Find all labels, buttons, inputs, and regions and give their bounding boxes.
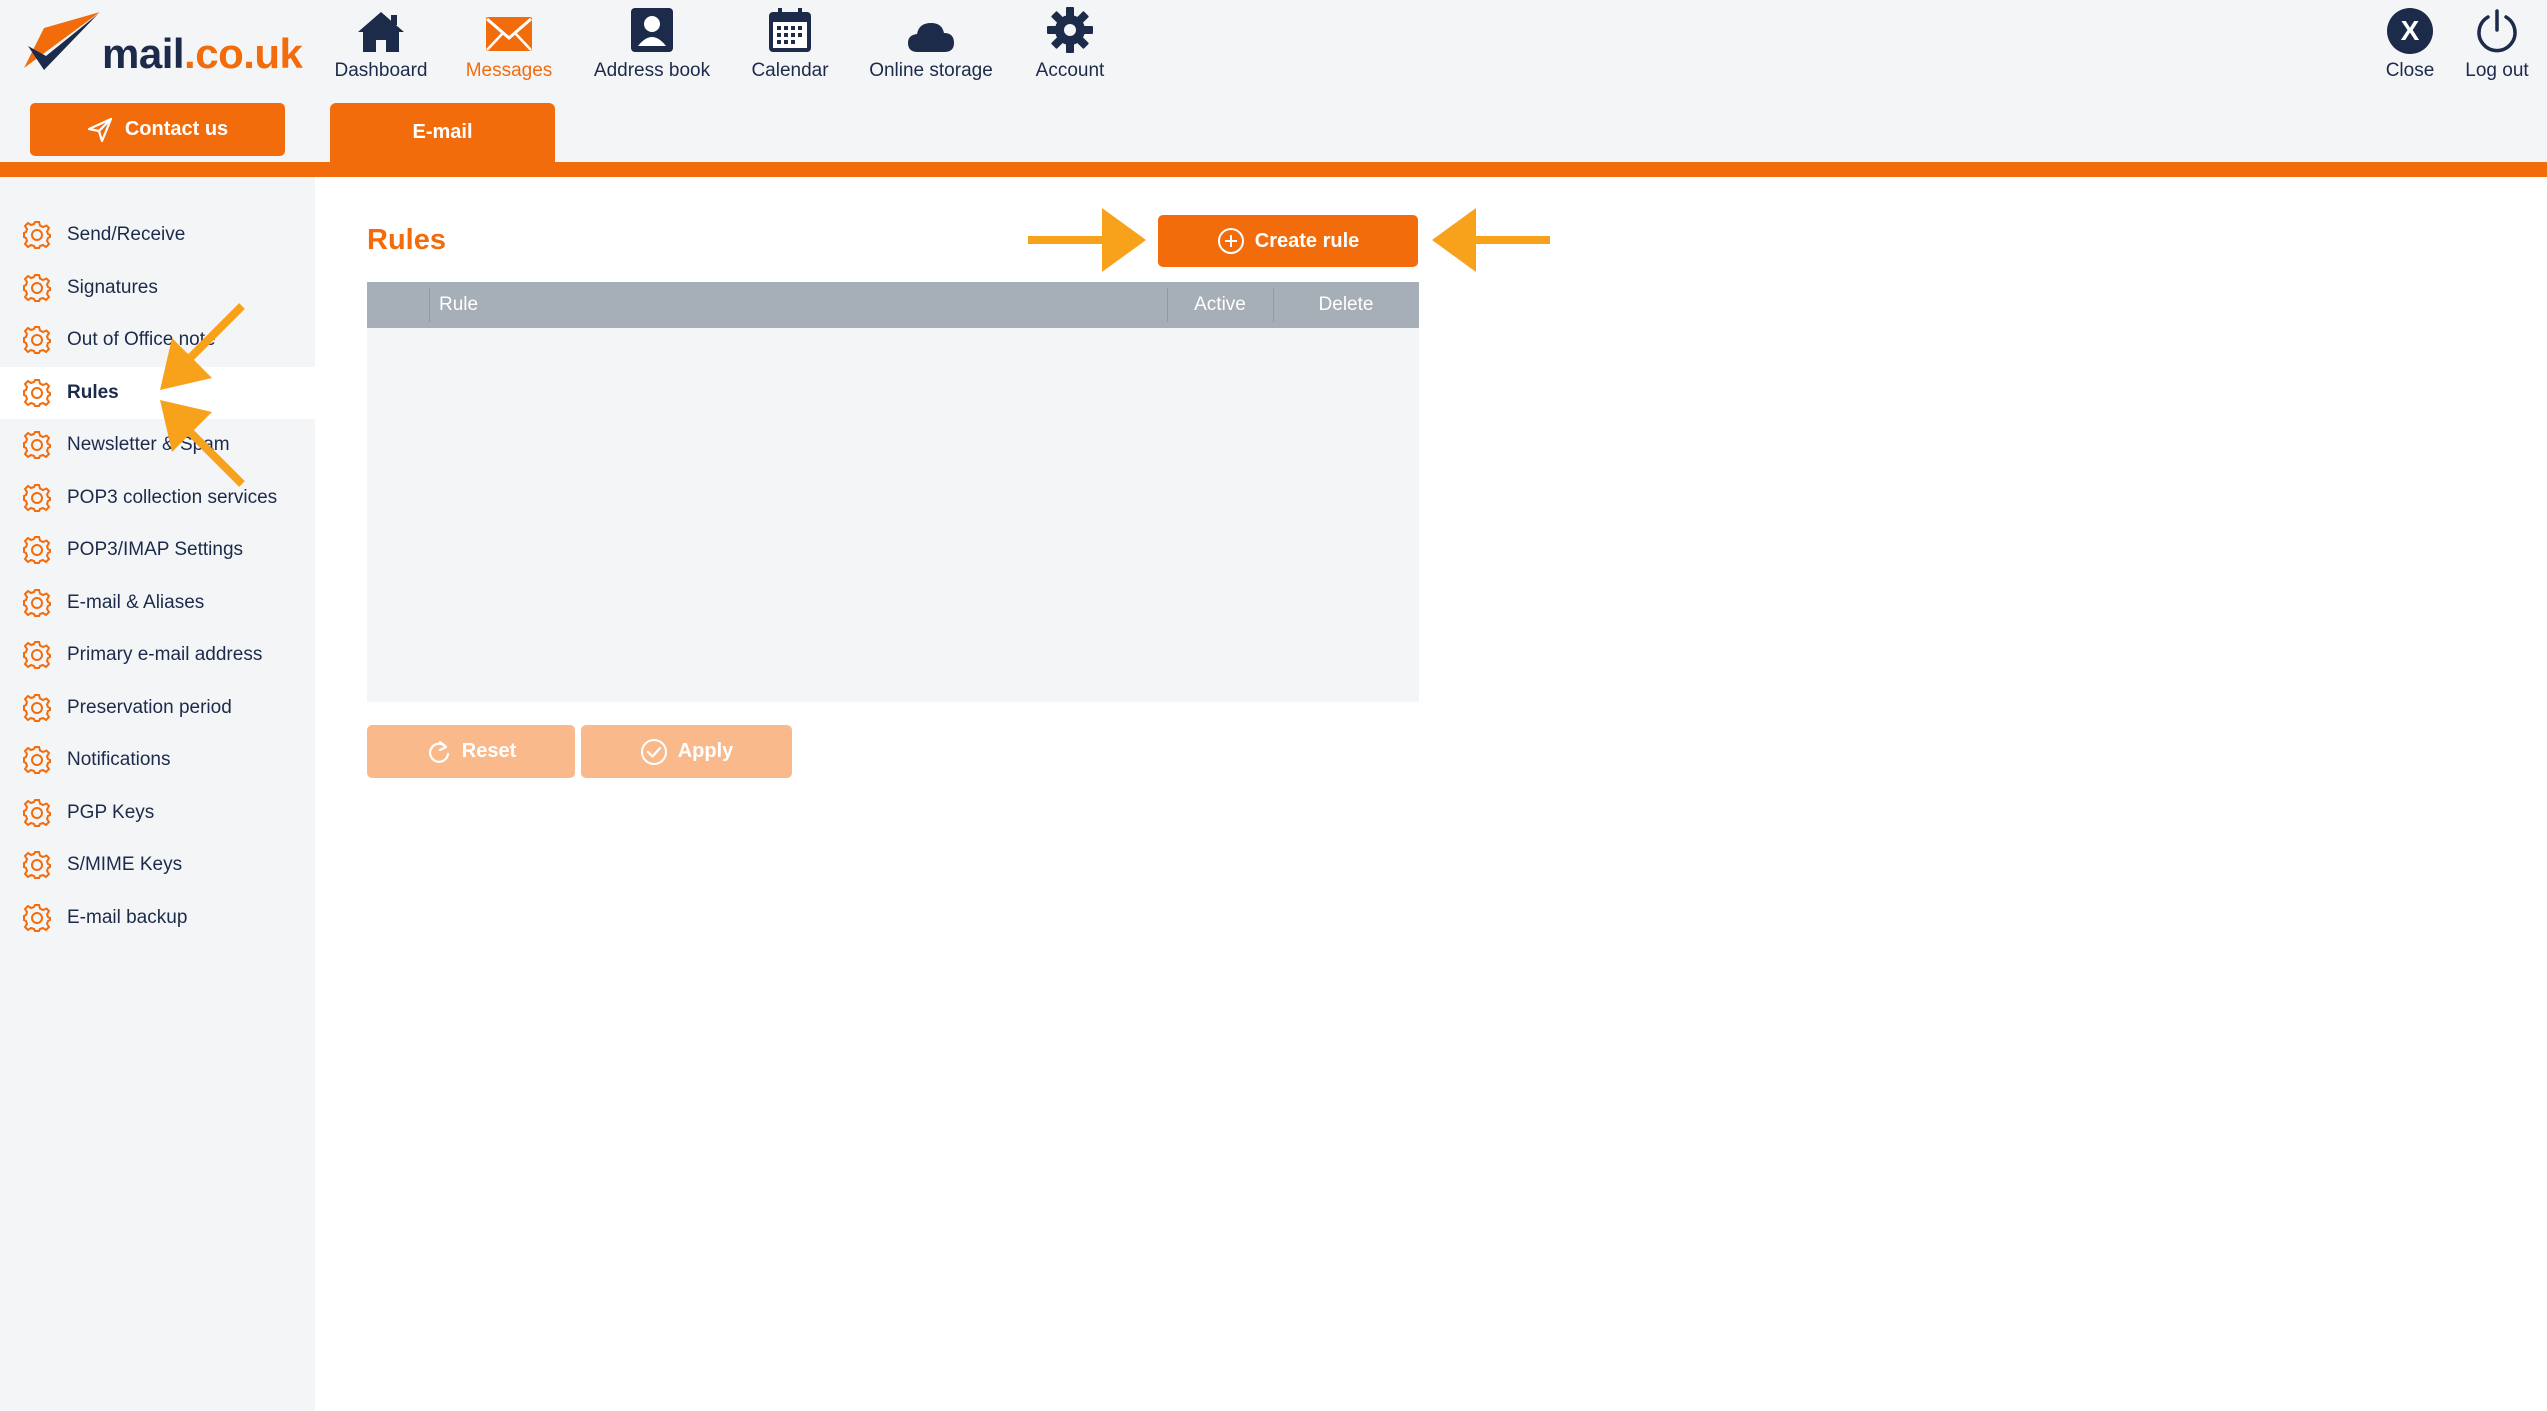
- sidebar-item-send-receive[interactable]: Send/Receive: [0, 209, 315, 261]
- apply-label: Apply: [677, 740, 734, 762]
- column-header-delete[interactable]: Delete: [1273, 282, 1419, 328]
- settings-gear-icon: [22, 325, 52, 355]
- check-circle-icon: [640, 738, 667, 765]
- settings-gear-icon: [22, 535, 52, 565]
- calendar-icon: [769, 8, 811, 52]
- header-divider: [0, 162, 2547, 177]
- nav-messages[interactable]: Messages: [458, 0, 560, 95]
- logout-button[interactable]: Log out: [2457, 0, 2537, 95]
- sidebar-item-notifications[interactable]: Notifications: [0, 734, 315, 786]
- sidebar-item-pop3-imap-settings[interactable]: POP3/IMAP Settings: [0, 524, 315, 576]
- sidebar-item-label: E-mail & Aliases: [67, 591, 205, 613]
- nav-online-storage[interactable]: Online storage: [858, 0, 1004, 95]
- close-button[interactable]: X Close: [2375, 0, 2445, 95]
- gear-icon: [1047, 7, 1093, 53]
- settings-gear-icon: [22, 273, 52, 303]
- home-icon: [358, 12, 404, 52]
- nav-dashboard[interactable]: Dashboard: [325, 0, 437, 95]
- plus-circle-icon: [1217, 228, 1244, 254]
- close-icon: X: [2387, 8, 2433, 54]
- sidebar-item-e-mail-backup[interactable]: E-mail backup: [0, 892, 315, 944]
- nav-account[interactable]: Account: [1028, 0, 1112, 95]
- sidebar-item-label: Primary e-mail address: [67, 644, 263, 665]
- nav-calendar[interactable]: Calendar: [745, 0, 835, 95]
- annotation-arrow-right-icon: [1028, 208, 1146, 272]
- rules-table: Rule Active Delete: [367, 282, 1419, 702]
- tab-email[interactable]: E-mail: [330, 103, 555, 162]
- sidebar-item-preservation-period[interactable]: Preservation period: [0, 682, 315, 734]
- close-label: Close: [2385, 60, 2435, 81]
- sidebar-item-label: Send/Receive: [67, 224, 186, 245]
- nav-account-label: Account: [1035, 60, 1105, 81]
- apply-button[interactable]: Apply: [581, 725, 792, 778]
- settings-gear-icon: [22, 378, 52, 408]
- contact-us-label: Contact us: [124, 118, 229, 140]
- sidebar-item-label: Signatures: [67, 276, 158, 298]
- sidebar-item-primary-e-mail-address[interactable]: Primary e-mail address: [0, 629, 315, 681]
- column-header-rule[interactable]: Rule: [439, 282, 478, 328]
- logout-label: Log out: [2465, 60, 2529, 81]
- column-header-active[interactable]: Active: [1167, 282, 1273, 328]
- nav-address-book-label: Address book: [593, 60, 711, 81]
- create-rule-button[interactable]: Create rule: [1158, 215, 1418, 267]
- logo-text: mail.co.uk: [102, 30, 303, 77]
- page-title: Rules: [367, 224, 446, 256]
- annotation-arrow-up-left-icon: [160, 400, 245, 487]
- settings-gear-icon: [22, 745, 52, 775]
- sidebar-item-label: POP3/IMAP Settings: [67, 539, 244, 560]
- settings-gear-icon: [22, 798, 52, 828]
- sidebar-item-label: Rules: [67, 381, 119, 403]
- sidebar-item-label: Preservation period: [67, 696, 232, 718]
- sidebar-item-label: S/MIME Keys: [67, 854, 183, 875]
- settings-gear-icon: [22, 220, 52, 250]
- settings-gear-icon: [22, 640, 52, 670]
- top-bar: mail.co.uk Contact us Dashboard Messages: [0, 0, 2547, 162]
- rules-table-header: Rule Active Delete: [367, 282, 1419, 328]
- envelope-check-logo-icon: [24, 12, 100, 70]
- sidebar-item-label: E-mail backup: [67, 906, 188, 928]
- refresh-icon: [428, 740, 449, 763]
- contact-us-button[interactable]: Contact us: [30, 103, 285, 156]
- annotation-arrow-down-left-icon: [160, 303, 245, 390]
- reset-label: Reset: [461, 740, 517, 762]
- settings-gear-icon: [22, 850, 52, 880]
- tab-email-label: E-mail: [412, 121, 473, 143]
- create-rule-label: Create rule: [1254, 229, 1360, 252]
- settings-gear-icon: [22, 483, 52, 513]
- paper-plane-icon: [87, 117, 112, 142]
- cloud-icon: [908, 23, 954, 52]
- power-icon: [2477, 9, 2517, 53]
- sidebar-item-pgp-keys[interactable]: PGP Keys: [0, 787, 315, 839]
- settings-gear-icon: [22, 430, 52, 460]
- sidebar-item-s-mime-keys[interactable]: S/MIME Keys: [0, 839, 315, 891]
- sidebar-item-e-mail-aliases[interactable]: E-mail & Aliases: [0, 577, 315, 629]
- column-divider: [429, 288, 430, 322]
- nav-messages-label: Messages: [465, 60, 553, 81]
- settings-gear-icon: [22, 588, 52, 618]
- envelope-icon: [486, 17, 532, 51]
- rules-table-body: [367, 328, 1419, 702]
- nav-dashboard-label: Dashboard: [334, 60, 428, 81]
- settings-gear-icon: [22, 693, 52, 723]
- sidebar-item-label: Notifications: [67, 749, 171, 770]
- nav-calendar-label: Calendar: [751, 60, 829, 81]
- nav-address-book[interactable]: Address book: [582, 0, 722, 95]
- reset-button[interactable]: Reset: [367, 725, 575, 778]
- logo[interactable]: mail.co.uk: [22, 10, 303, 80]
- settings-gear-icon: [22, 903, 52, 933]
- annotation-arrow-left-icon: [1432, 208, 1550, 272]
- contact-card-icon: [631, 8, 673, 52]
- sidebar-item-label: PGP Keys: [67, 801, 155, 823]
- nav-online-storage-label: Online storage: [869, 60, 993, 81]
